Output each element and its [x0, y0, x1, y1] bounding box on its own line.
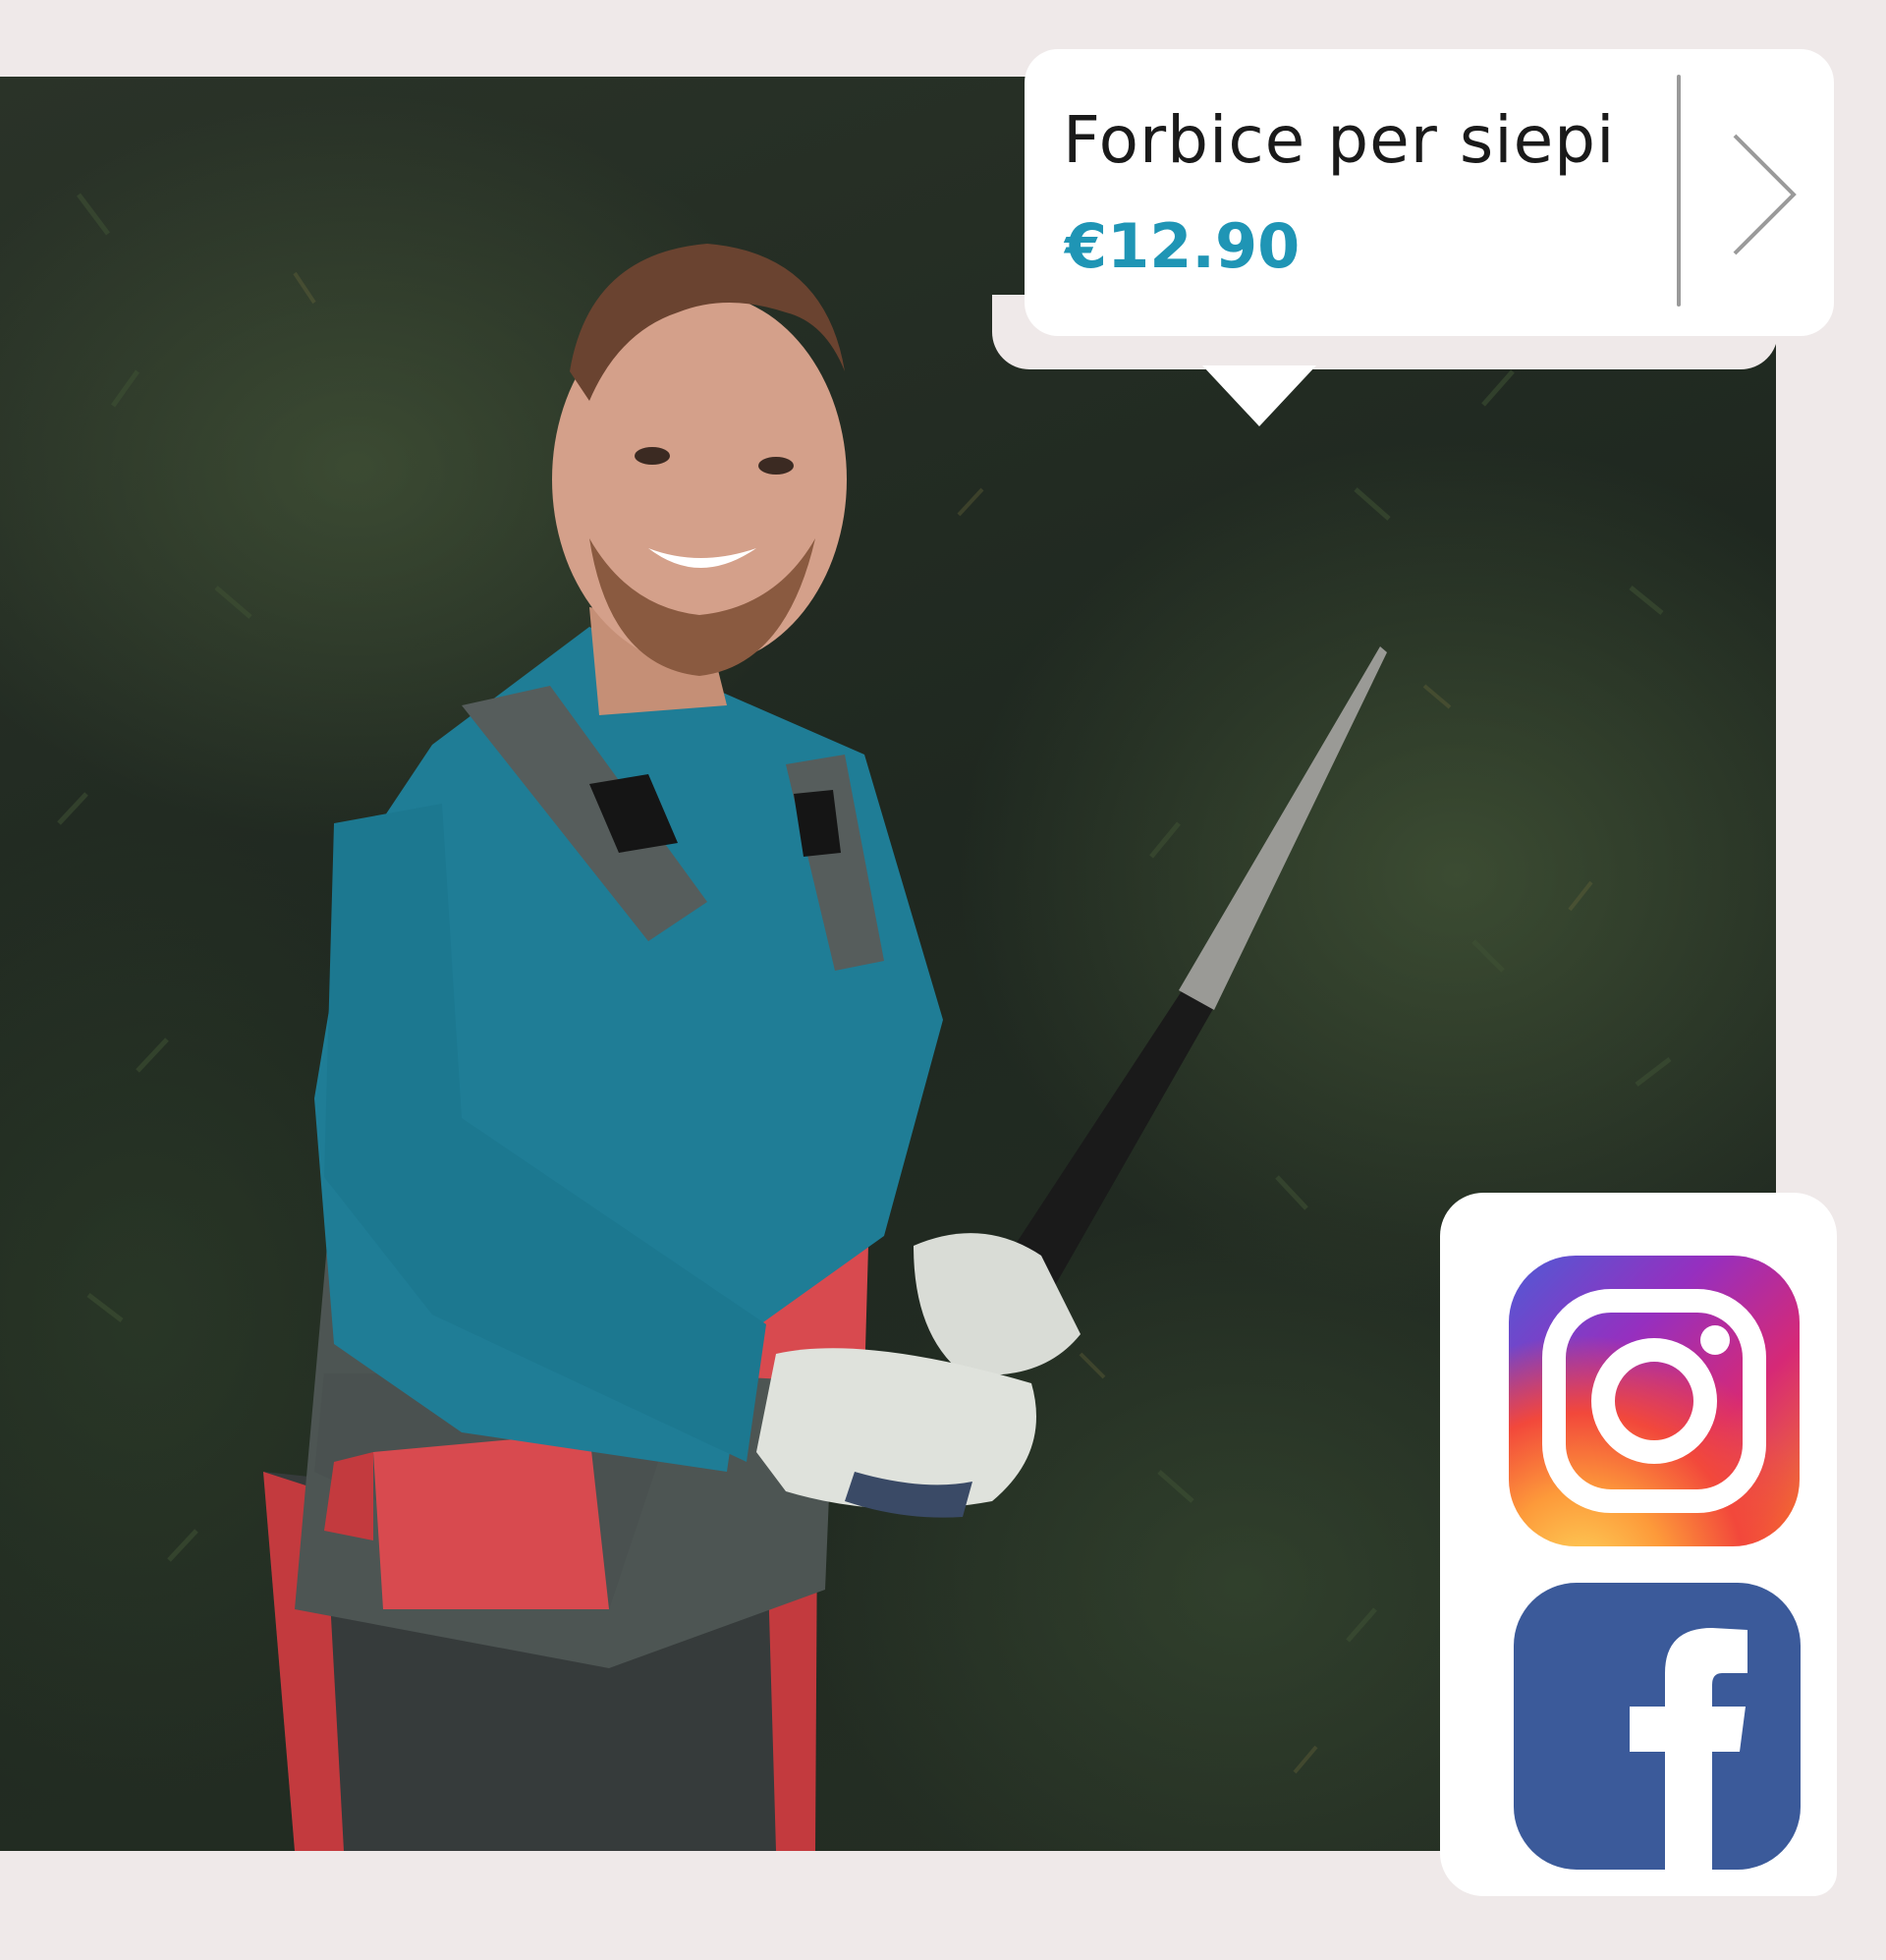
facebook-icon[interactable] — [1514, 1583, 1801, 1870]
instagram-icon[interactable] — [1509, 1256, 1800, 1546]
product-tag-divider — [1677, 75, 1681, 307]
product-price: €12.90 — [1065, 210, 1301, 282]
product-tag-pointer — [1202, 365, 1316, 426]
product-title: Forbice per siepi — [1063, 102, 1616, 178]
chevron-right-icon[interactable] — [1709, 118, 1817, 265]
